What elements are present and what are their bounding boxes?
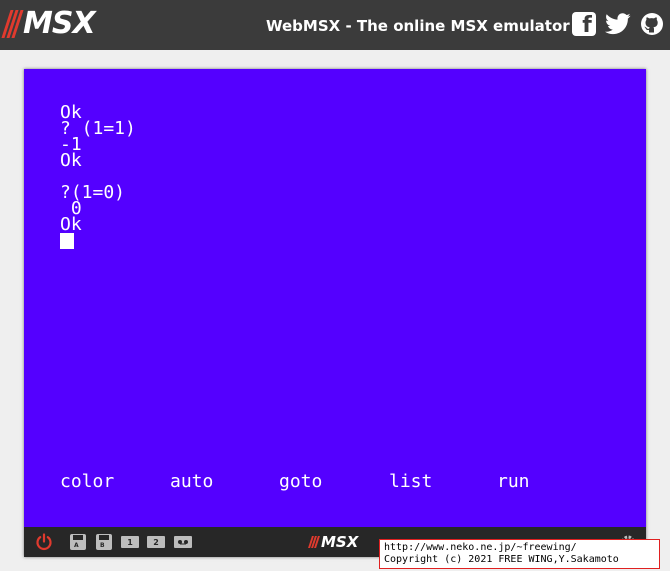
logo-stripes (1, 10, 24, 38)
twitter-icon[interactable] (604, 12, 632, 36)
screen-line: Ok (60, 214, 82, 235)
screen-output: Ok ? (1=1) -1 Ok ?(1=0) 0 Ok (60, 104, 136, 235)
copyright-text: Copyright (c) 2021 FREE WING,Y.Sakamoto (384, 554, 619, 565)
webmsx-logo[interactable]: MSX (1, 6, 96, 42)
page-title: WebMSX - The online MSX emulator (266, 17, 570, 35)
function-key-bar: color auto goto list run (60, 473, 620, 491)
site-header: MSX WebMSX - The online MSX emulator f (0, 0, 670, 50)
copyright-url: http://www.neko.ne.jp/~freewing/ (384, 542, 577, 553)
disk-b-label: B (100, 542, 105, 549)
emulator-window: Ok ? (1=1) -1 Ok ?(1=0) 0 Ok color auto … (24, 69, 646, 557)
power-button[interactable] (34, 533, 54, 551)
facebook-glyph: f (582, 13, 592, 38)
fkey-run[interactable]: run (497, 473, 530, 491)
fkey-color[interactable]: color (60, 473, 114, 491)
floppy-shutter (99, 535, 109, 540)
bottom-msx-logo: MSX (308, 533, 359, 551)
cartridge-2-button[interactable]: 2 (147, 536, 165, 548)
fkey-auto[interactable]: auto (170, 473, 213, 491)
twitter-bird-shape (605, 13, 631, 35)
fkey-goto[interactable]: goto (279, 473, 322, 491)
screen-line: Ok (60, 150, 82, 171)
text-cursor (60, 233, 74, 249)
github-icon[interactable] (640, 12, 664, 36)
disk-a-button[interactable]: A (70, 534, 86, 550)
fkey-list[interactable]: list (389, 473, 432, 491)
cart-1-label: 1 (127, 537, 133, 547)
logo-text: MSX (23, 6, 96, 41)
github-octocat-shape (641, 13, 663, 35)
facebook-icon[interactable]: f (572, 12, 596, 38)
cartridge-1-button[interactable]: 1 (121, 536, 139, 548)
copyright-box: http://www.neko.ne.jp/~freewing/ Copyrig… (379, 539, 660, 569)
disk-a-label: A (74, 542, 79, 549)
msx-screen[interactable]: Ok ? (1=1) -1 Ok ?(1=0) 0 Ok color auto … (24, 69, 646, 527)
power-icon (36, 533, 52, 551)
tape-button[interactable] (174, 536, 192, 548)
cart-2-label: 2 (153, 537, 159, 547)
disk-b-button[interactable]: B (96, 534, 112, 550)
bottom-logo-text: MSX (321, 533, 359, 551)
cassette-icon (178, 540, 188, 545)
floppy-shutter (73, 535, 83, 540)
